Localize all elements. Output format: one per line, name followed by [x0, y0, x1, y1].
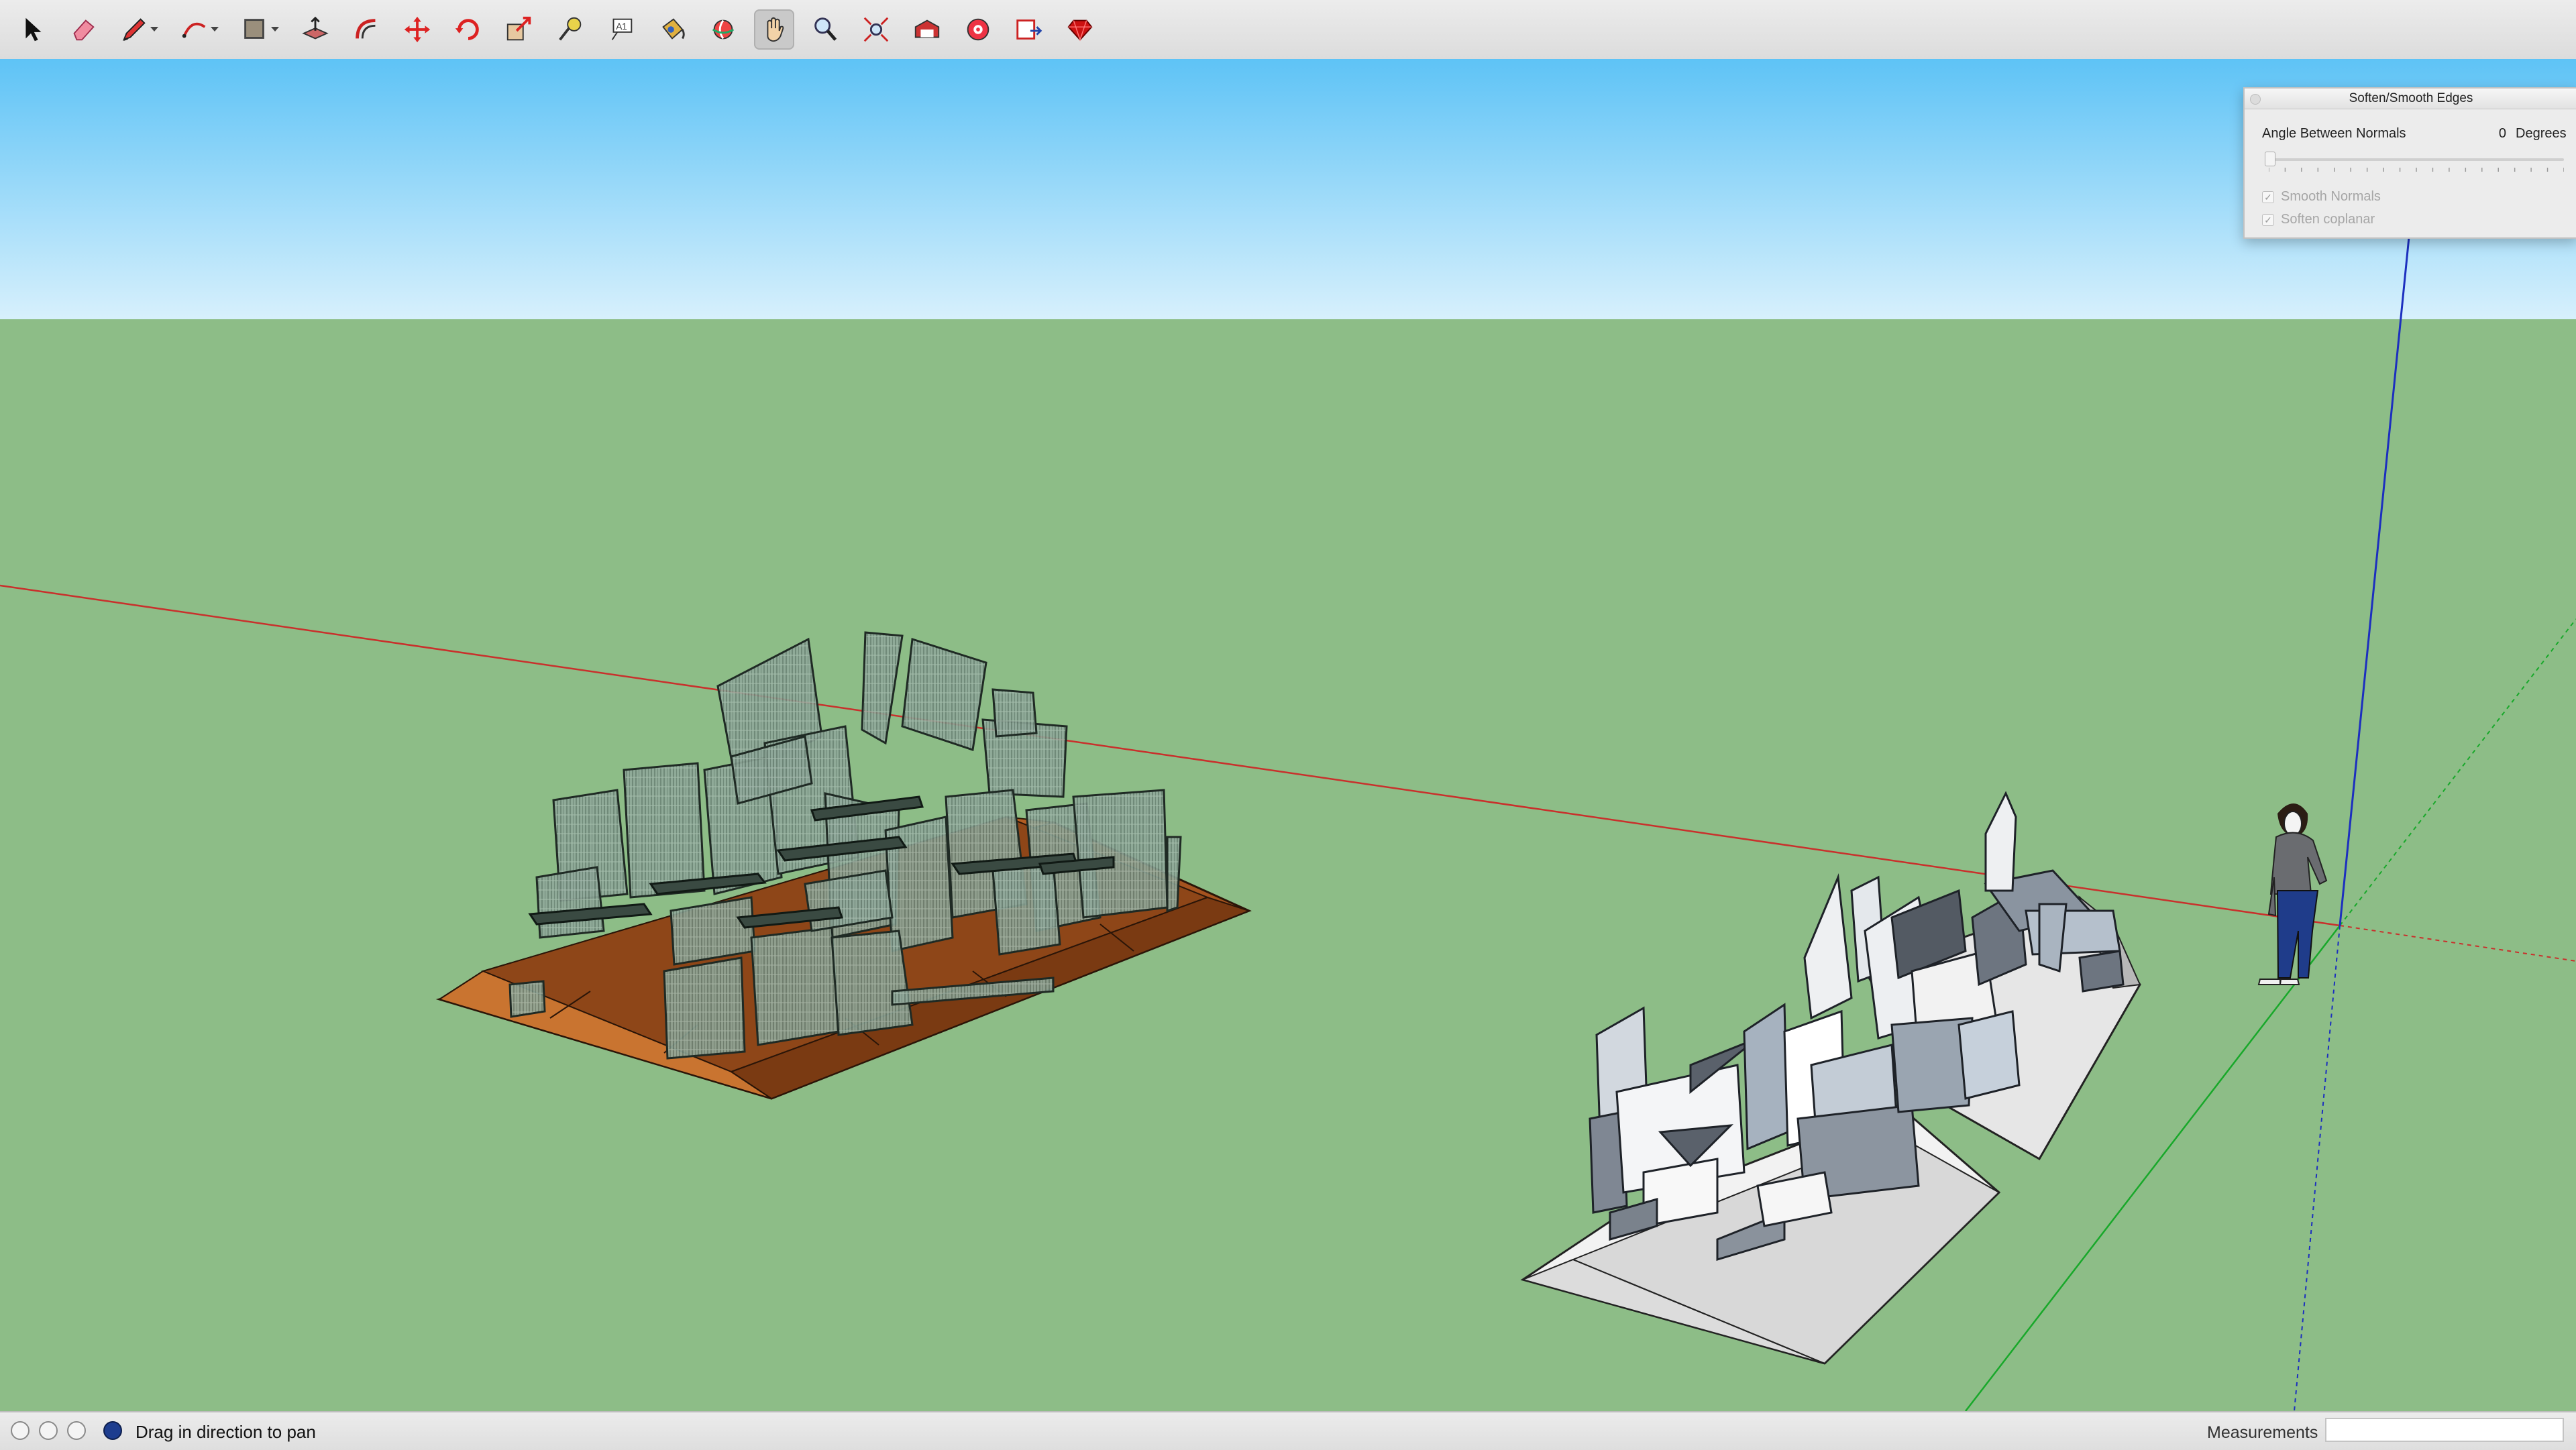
select-tool[interactable] — [12, 9, 52, 50]
measurements-label: Measurements — [2207, 1423, 2318, 1442]
zoom-extents-tool[interactable] — [856, 9, 896, 50]
scene-canvas[interactable] — [0, 59, 2576, 1411]
smooth-normals-label: Smooth Normals — [2281, 189, 2381, 204]
tape-measure-tool[interactable] — [550, 9, 590, 50]
svg-text:A1: A1 — [616, 21, 627, 32]
close-icon[interactable] — [2250, 94, 2261, 105]
user-account-icon[interactable] — [67, 1421, 86, 1440]
soften-edges-panel: Soften/Smooth Edges Angle Between Normal… — [2243, 87, 2576, 239]
warehouse-tool[interactable] — [907, 9, 947, 50]
shapes-tool[interactable] — [235, 9, 275, 50]
send-to-layout-icon — [1016, 19, 1042, 40]
pan-hand-icon — [767, 17, 784, 42]
geo-location-icon[interactable] — [11, 1421, 30, 1440]
ruby-console-icon — [1067, 19, 1093, 42]
instructor-help-icon[interactable] — [103, 1421, 122, 1440]
push-pull-tool[interactable] — [295, 9, 335, 50]
paint-bucket-tool[interactable] — [652, 9, 692, 50]
scale-tool[interactable] — [499, 9, 539, 50]
paint-bucket-icon — [662, 18, 685, 40]
slider-knob[interactable] — [2265, 152, 2275, 166]
zoom-extents-icon — [863, 17, 889, 42]
line-dropdown-caret[interactable] — [150, 27, 158, 32]
zoom-tool[interactable] — [805, 9, 845, 50]
ground-plane — [0, 319, 2576, 1411]
push-pull-icon — [302, 16, 329, 40]
soften-coplanar-row[interactable]: ✓ Soften coplanar — [2262, 212, 2375, 227]
text-tool[interactable]: A1 — [601, 9, 641, 50]
pan-tool[interactable] — [754, 9, 794, 50]
soften-coplanar-label: Soften coplanar — [2281, 212, 2375, 227]
extensions-tool[interactable] — [958, 9, 998, 50]
slider-ticks — [2269, 168, 2564, 172]
ruby-tool[interactable] — [1060, 9, 1100, 50]
tape-measure-icon — [559, 17, 582, 41]
angle-value: 0 — [2498, 126, 2506, 141]
smooth-normals-row[interactable]: ✓ Smooth Normals — [2262, 189, 2381, 205]
angle-slider[interactable] — [2265, 152, 2564, 166]
layout-tool[interactable] — [1009, 9, 1049, 50]
warehouse-icon — [914, 19, 940, 38]
arc-tool[interactable] — [174, 9, 215, 50]
rectangle-icon — [244, 19, 264, 39]
measurements-input[interactable] — [2325, 1418, 2564, 1442]
zoom-icon — [814, 17, 837, 41]
move-tool[interactable] — [397, 9, 437, 50]
credits-icon[interactable] — [39, 1421, 58, 1440]
soften-coplanar-checkbox[interactable]: ✓ — [2262, 213, 2274, 226]
rotate-tool[interactable] — [448, 9, 488, 50]
rotate-icon — [455, 19, 479, 40]
angle-unit: Degrees — [2516, 126, 2567, 141]
smooth-normals-checkbox[interactable]: ✓ — [2262, 190, 2274, 203]
angle-label: Angle Between Normals — [2262, 126, 2406, 141]
model-viewport[interactable]: Soften/Smooth Edges Angle Between Normal… — [0, 59, 2576, 1411]
move-icon — [404, 16, 431, 43]
eraser-icon — [73, 19, 95, 41]
arc-icon — [182, 22, 206, 38]
arrow-cursor-icon — [25, 17, 42, 42]
status-message: Drag in direction to pan — [136, 1422, 316, 1442]
panel-title: Soften/Smooth Edges — [2349, 91, 2473, 105]
arc-dropdown-caret[interactable] — [211, 27, 219, 32]
eraser-tool[interactable] — [63, 9, 103, 50]
line-tool[interactable] — [114, 9, 154, 50]
sky — [0, 59, 2576, 319]
offset-icon — [356, 19, 376, 39]
offset-tool[interactable] — [346, 9, 386, 50]
status-bar: Drag in direction to pan Measurements — [0, 1411, 2576, 1450]
shapes-dropdown-caret[interactable] — [271, 27, 279, 32]
orbit-tool[interactable] — [703, 9, 743, 50]
text-icon: A1 — [611, 18, 633, 40]
extension-warehouse-icon — [967, 18, 989, 41]
orbit-icon — [712, 19, 735, 40]
panel-titlebar: Soften/Smooth Edges — [2245, 89, 2576, 109]
scale-icon — [506, 16, 531, 41]
main-toolbar: A1 — [0, 0, 2576, 60]
pencil-icon — [122, 18, 146, 42]
